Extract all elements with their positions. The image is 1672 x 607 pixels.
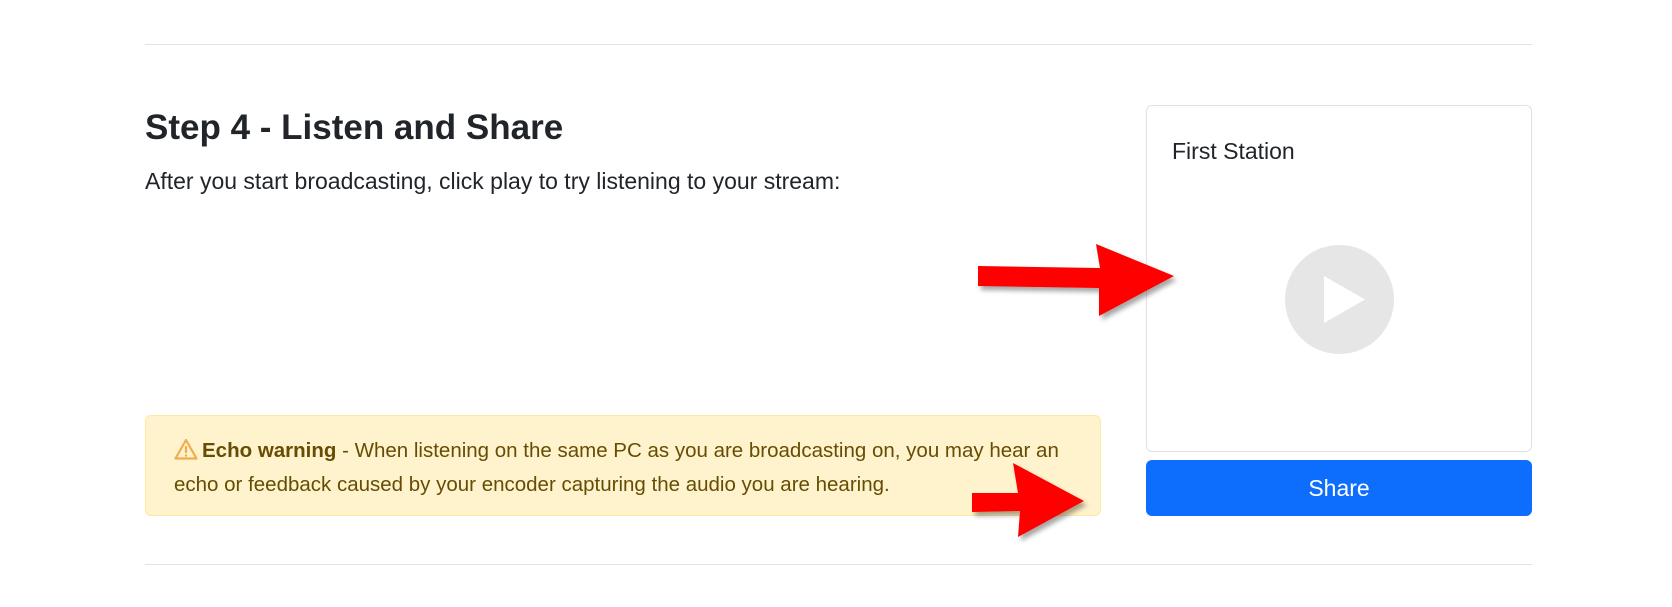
bottom-divider [145, 564, 1532, 565]
step-description: After you start broadcasting, click play… [145, 168, 841, 194]
station-name: First Station [1172, 138, 1295, 164]
play-icon [1324, 276, 1365, 323]
warning-title: Echo warning [202, 439, 337, 462]
play-button[interactable] [1285, 245, 1394, 354]
share-button[interactable]: Share [1146, 460, 1532, 516]
echo-warning-alert: Echo warning - When listening on the sam… [145, 415, 1101, 516]
top-divider [145, 44, 1532, 45]
arrow-to-play-button [978, 244, 1174, 316]
warning-triangle-icon [174, 438, 198, 469]
player-card: First Station [1146, 105, 1532, 452]
step-title: Step 4 - Listen and Share [145, 108, 564, 147]
arrow-to-share-button [972, 463, 1084, 537]
